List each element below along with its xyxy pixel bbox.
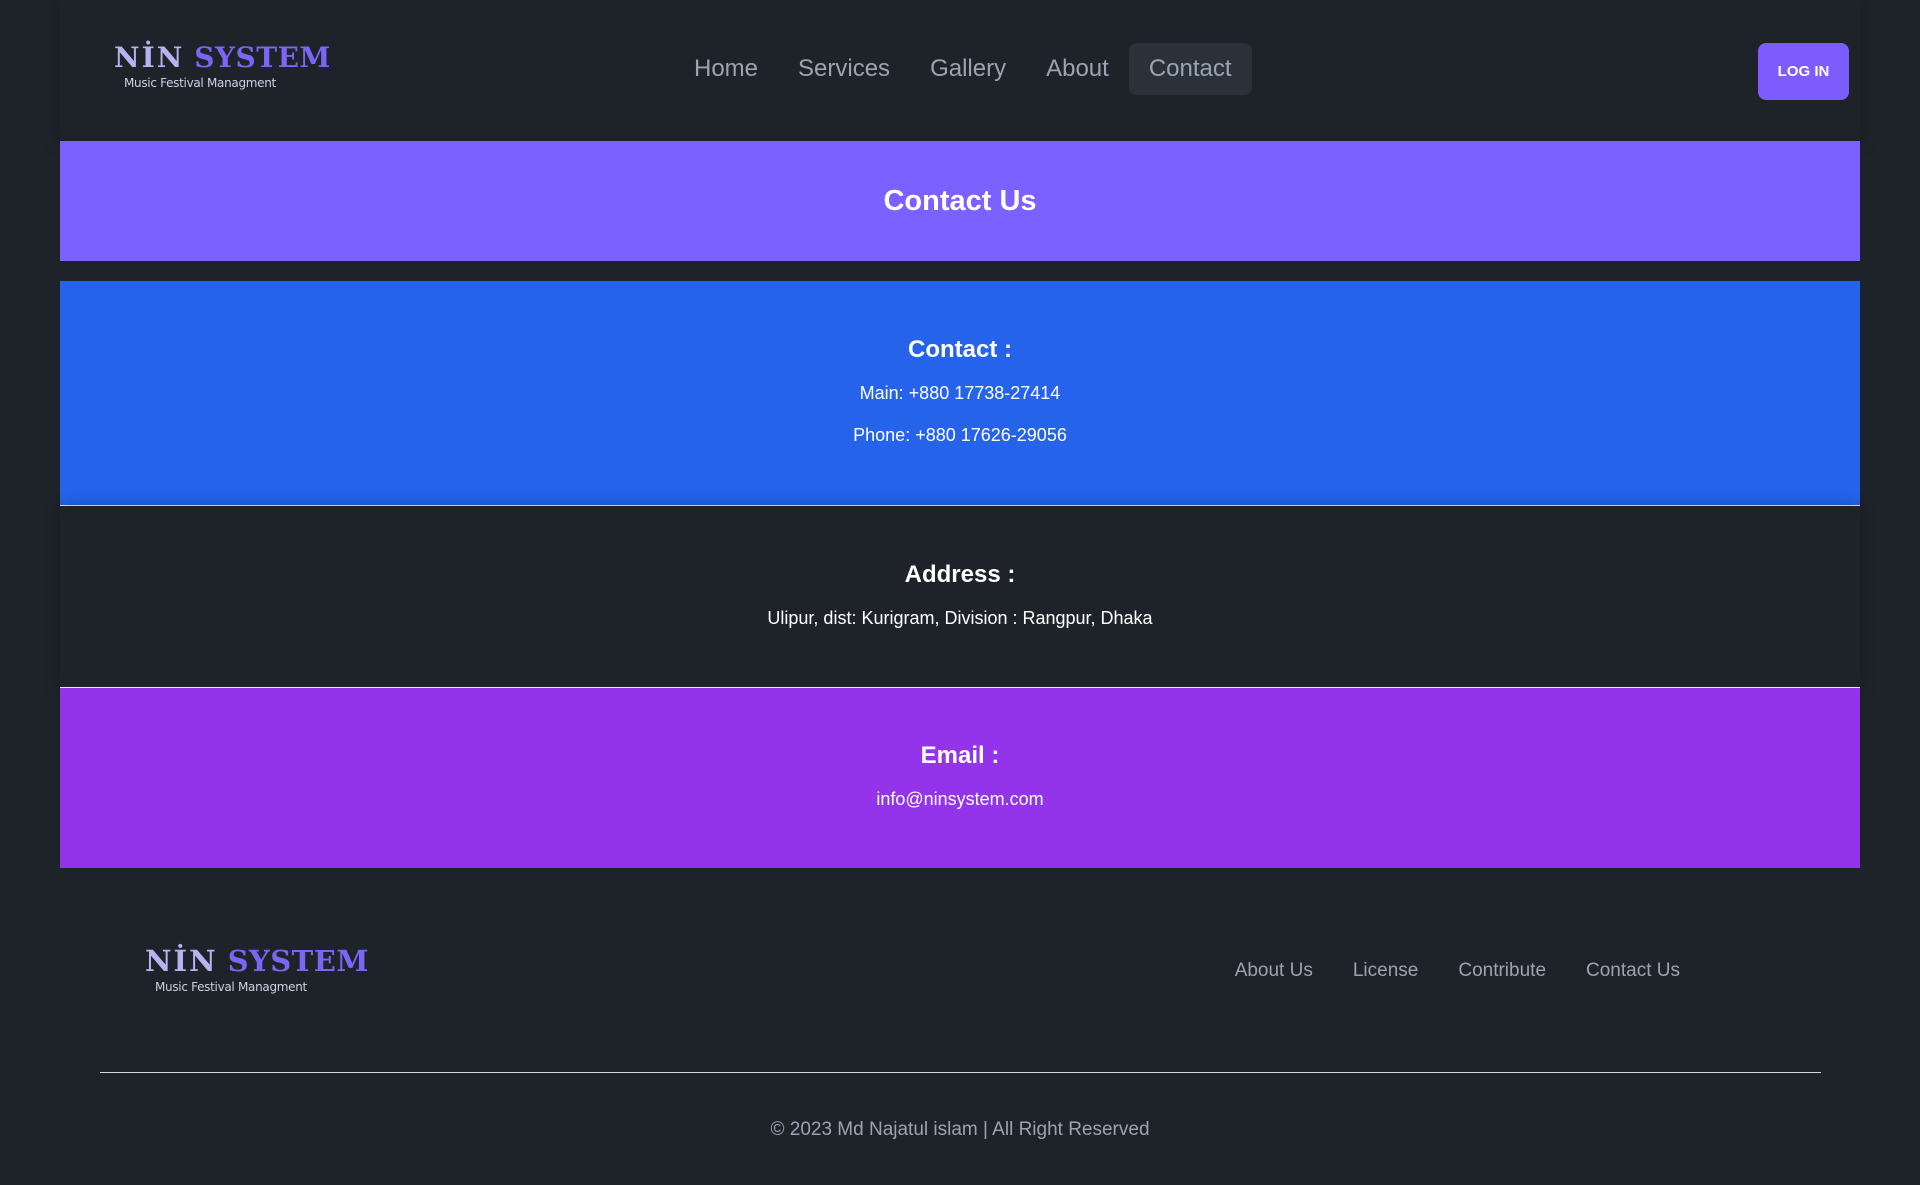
contact-page: NİN SYSTEM Music Festival Managment Home… bbox=[0, 0, 1920, 1185]
nav-link-home[interactable]: Home bbox=[674, 43, 778, 95]
address-heading: Address : bbox=[904, 561, 1016, 588]
nav-link-about[interactable]: About bbox=[1026, 43, 1129, 95]
footer-brand-logo[interactable]: NİN SYSTEM Music Festival Managment bbox=[145, 947, 369, 995]
login-button[interactable]: LOG IN bbox=[1758, 43, 1849, 100]
footer-logo-text-system: SYSTEM bbox=[227, 944, 369, 978]
logo-tagline: Music Festival Managment bbox=[124, 76, 276, 90]
contact-section: Contact : Main: +880 17738-27414 Phone: … bbox=[60, 281, 1860, 506]
footer-nav: About Us License Contribute Contact Us bbox=[1235, 960, 1680, 982]
footer-link-license[interactable]: License bbox=[1353, 960, 1419, 982]
email-address: info@ninsystem.com bbox=[876, 789, 1044, 809]
main-nav: Home Services Gallery About Contact bbox=[674, 43, 1252, 95]
nav-link-contact[interactable]: Contact bbox=[1128, 43, 1252, 95]
footer-link-contribute[interactable]: Contribute bbox=[1458, 960, 1546, 982]
nav-link-gallery[interactable]: Gallery bbox=[910, 43, 1026, 95]
address-section: Address : Ulipur, dist: Kurigram, Divisi… bbox=[60, 506, 1860, 688]
page-title: Contact Us bbox=[883, 184, 1037, 217]
email-heading: Email : bbox=[920, 742, 1000, 769]
logo-text-system: SYSTEM bbox=[194, 41, 331, 74]
copyright-text: © 2023 Md Najatul islam | All Right Rese… bbox=[770, 1119, 1150, 1140]
footer-divider bbox=[100, 1072, 1821, 1073]
logo-text-nin: NİN bbox=[114, 41, 185, 74]
footer-logo-title: NİN SYSTEM bbox=[145, 947, 369, 976]
footer-logo-tagline: Music Festival Managment bbox=[155, 980, 307, 994]
nav-link-services[interactable]: Services bbox=[778, 43, 910, 95]
footer-logo-text-nin: NİN bbox=[145, 944, 218, 978]
logo-title: NİN SYSTEM bbox=[114, 44, 331, 72]
address-line: Ulipur, dist: Kurigram, Division : Rangp… bbox=[767, 608, 1153, 628]
contact-heading: Contact : bbox=[908, 336, 1012, 363]
contact-phone-number: Phone: +880 17626-29056 bbox=[853, 425, 1067, 445]
footer-link-about-us[interactable]: About Us bbox=[1235, 960, 1313, 982]
page-banner: Contact Us bbox=[60, 141, 1860, 261]
email-section: Email : info@ninsystem.com bbox=[60, 688, 1860, 868]
footer: NİN SYSTEM Music Festival Managment Abou… bbox=[0, 868, 1920, 1185]
contact-main-number: Main: +880 17738-27414 bbox=[859, 383, 1061, 403]
footer-link-contact-us[interactable]: Contact Us bbox=[1586, 960, 1680, 982]
navbar: NİN SYSTEM Music Festival Managment Home… bbox=[60, 0, 1860, 141]
brand-logo[interactable]: NİN SYSTEM Music Festival Managment bbox=[114, 44, 331, 91]
